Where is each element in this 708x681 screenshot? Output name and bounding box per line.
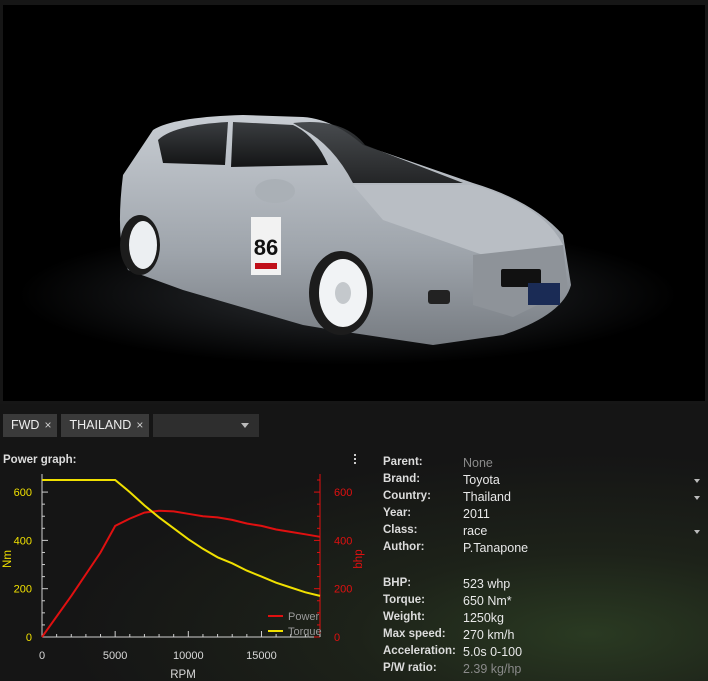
spec-row: BHP: 523 whp: [383, 577, 703, 594]
x-tick-label: 5000: [103, 650, 127, 662]
spec-row: Parent: None: [383, 456, 703, 473]
tag-thailand[interactable]: THAILAND ×: [61, 414, 150, 437]
y-tick-label-right: 600: [334, 487, 352, 499]
add-tag-dropdown[interactable]: [153, 414, 260, 437]
spec-row: Weight: 1250kg: [383, 611, 703, 628]
y-tick-label-right: 400: [334, 535, 352, 547]
car-specs: Parent: None Brand: Toyota Country: Thailand Y…: [383, 456, 703, 679]
spec-value: 2.39 kg/hp: [463, 662, 522, 676]
spec-label: Author:: [383, 541, 425, 553]
spec-value: 2011: [463, 507, 490, 521]
x-tick-label: 0: [39, 650, 45, 662]
spec-value[interactable]: Thailand: [463, 490, 511, 504]
spec-value[interactable]: Toyota: [463, 473, 500, 487]
spec-label: Parent:: [383, 456, 423, 468]
chevron-down-icon[interactable]: [694, 496, 700, 500]
spec-label: Max speed:: [383, 628, 446, 640]
spec-label: P/W ratio:: [383, 662, 437, 674]
y-tick-label-right: 200: [334, 584, 352, 596]
remove-tag-icon[interactable]: ×: [44, 414, 51, 437]
spec-row[interactable]: Country: Thailand: [383, 490, 703, 507]
spec-row: Max speed: 270 km/h: [383, 628, 703, 645]
car-info-panel: FWD × THAILAND × Power graph: 0 200 400 600…: [0, 404, 708, 681]
spec-label: Torque:: [383, 594, 425, 606]
y-tick-label-left: 0: [26, 632, 32, 644]
x-tick-label: 10000: [173, 650, 204, 662]
spec-label: Year:: [383, 507, 412, 519]
spec-row: Author: P.Tanapone: [383, 541, 703, 558]
y-axis-label-right: bhp: [353, 549, 365, 568]
legend-label: Torque: [288, 626, 322, 638]
y-tick-label-right: 0: [334, 632, 340, 644]
y-tick-label-left: 400: [14, 535, 32, 547]
chevron-down-icon[interactable]: [694, 479, 700, 483]
car-number: 86: [254, 235, 278, 260]
legend-label: Power: [288, 611, 320, 623]
spec-label: Class:: [383, 524, 418, 536]
tag-bar: FWD × THAILAND ×: [3, 414, 260, 437]
power-graph: 0 200 400 600 0 200 400 600 0 5000 10000 15000 RPM Nm…: [2, 474, 365, 681]
spec-value: 5.0s 0-100: [463, 645, 523, 659]
spec-row[interactable]: Brand: Toyota: [383, 473, 703, 490]
spec-label: Country:: [383, 490, 431, 502]
spec-label: BHP:: [383, 577, 412, 589]
chevron-down-icon: [241, 423, 250, 428]
spec-row: P/W ratio: 2.39 kg/hp: [383, 662, 703, 679]
car-image: 86: [18, 115, 678, 365]
y-axis-label-left: Nm: [2, 550, 14, 568]
spec-row: Torque: 650 Nm*: [383, 594, 703, 611]
x-axis-label: RPM: [170, 669, 196, 681]
spec-label: Brand:: [383, 473, 421, 485]
series-line-power: [41, 509, 321, 638]
tag-label: FWD: [11, 418, 40, 432]
spec-value: 1250kg: [463, 611, 505, 625]
spec-value: None: [463, 456, 493, 470]
y-tick-label-left: 200: [14, 584, 32, 596]
remove-tag-icon[interactable]: ×: [136, 414, 143, 437]
chevron-down-icon[interactable]: [694, 530, 700, 534]
spec-row: Acceleration: 5.0s 0-100: [383, 645, 703, 662]
spec-value: 270 km/h: [463, 628, 515, 642]
spec-row: Year: 2011: [383, 507, 703, 524]
spec-value: 523 whp: [463, 577, 511, 591]
spec-row[interactable]: Class: race: [383, 524, 703, 541]
car-preview[interactable]: 86: [3, 5, 705, 401]
x-tick-label: 15000: [246, 650, 277, 662]
spec-value: P.Tanapone: [463, 541, 529, 555]
y-tick-label-left: 600: [14, 487, 32, 499]
spec-value[interactable]: race: [463, 524, 487, 538]
tag-label: THAILAND: [69, 418, 132, 432]
spec-value: 650 Nm*: [463, 594, 512, 608]
spec-label: Weight:: [383, 611, 425, 623]
spec-label: Acceleration:: [383, 645, 456, 657]
tag-fwd[interactable]: FWD ×: [3, 414, 58, 437]
